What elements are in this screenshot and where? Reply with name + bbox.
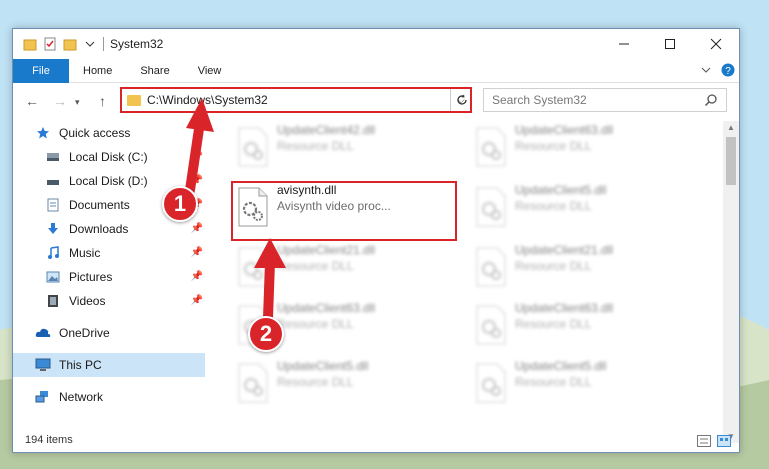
arrow-2-head: [254, 238, 286, 268]
step-1-badge: 1: [162, 186, 198, 222]
annotation-arrows: [185, 98, 286, 323]
arrow-1: [185, 117, 205, 195]
arrow-2: [263, 257, 275, 323]
arrow-1-head: [186, 98, 214, 132]
step-2-badge: 2: [248, 316, 284, 352]
